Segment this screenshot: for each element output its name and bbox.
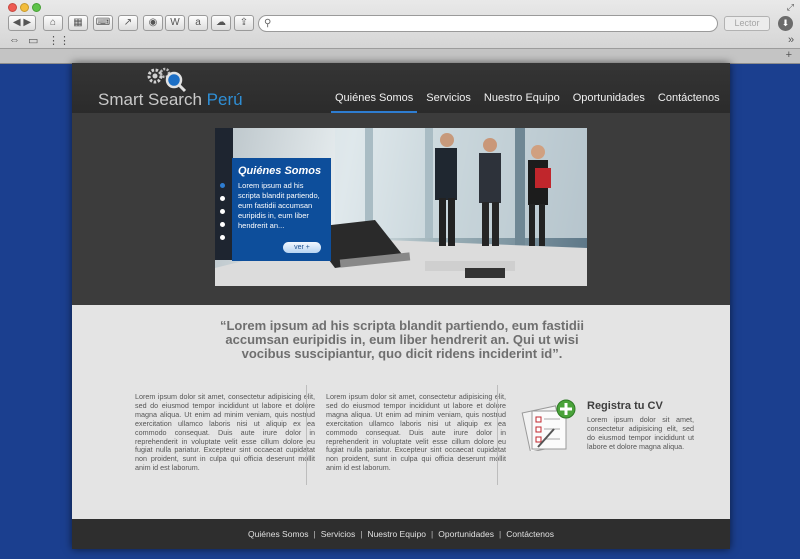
more-bookmarks-icon[interactable]: » [788, 34, 794, 46]
quote-text: “Lorem ipsum ad his scripta blandit part… [219, 318, 585, 361]
search-icon: ⚲ [264, 18, 272, 29]
cloud-icon[interactable]: ☁ [211, 15, 231, 31]
cv-text: Lorem ipsum dolor sit amet, consectetur … [587, 415, 694, 451]
slider-pagination [220, 183, 225, 248]
hero-section: Quiénes Somos Lorem ipsum ad his scripta… [72, 113, 730, 305]
footer-link-nuestro-equipo[interactable]: Nuestro Equipo [367, 529, 426, 539]
slider-text: Lorem ipsum ad his scripta blandit parti… [238, 181, 320, 230]
site-logo[interactable]: Smart Search Perú [98, 90, 243, 110]
nav-item-servicios[interactable]: Servicios [426, 92, 471, 114]
address-bar[interactable]: ⚲ [258, 15, 718, 32]
footer-separator: | [313, 529, 316, 539]
website: Smart Search Perú Quiénes Somos Servicio… [72, 63, 730, 549]
footer-separator: | [360, 529, 363, 539]
slider-title: Quiénes Somos [238, 165, 322, 177]
home-icon[interactable]: ⌂ [43, 15, 63, 31]
cv-title[interactable]: Registra tu CV [587, 400, 663, 412]
slider-dot-2[interactable] [220, 196, 225, 201]
resize-icon[interactable]: ↗ [118, 15, 138, 31]
nav-item-contactenos[interactable]: Contáctenos [658, 92, 720, 114]
book-icon[interactable]: ▭ [28, 34, 38, 47]
text-column-2: Lorem ipsum dolor sit amet, consectetur … [326, 392, 506, 473]
slider-dot-3[interactable] [220, 209, 225, 214]
bookmarks-bar: ⇔ ▭ ⋮⋮ » [0, 34, 800, 48]
slider-dot-5[interactable] [220, 235, 225, 240]
footer-link-servicios[interactable]: Servicios [321, 529, 355, 539]
link-icon[interactable]: ⇔ [9, 34, 20, 46]
text-column-1: Lorem ipsum dolor sit amet, consectetur … [135, 392, 315, 473]
nav-item-quienes-somos[interactable]: Quiénes Somos [330, 92, 418, 114]
top-sites-icon[interactable]: ▦ [68, 15, 88, 31]
browser-chrome: ⤢ ◀ ▶ ⌂ ▦ ⌨ ↗ ◉ W a ☁ ⇪ ⚲ Lector ⬇ ⇔ ▭ ⋮… [0, 0, 800, 64]
footer-separator: | [499, 529, 502, 539]
fullscreen-icon[interactable]: ⤢ [787, 2, 794, 13]
main-nav: Quiénes Somos Servicios Nuestro Equipo O… [330, 92, 733, 114]
site-footer: Quiénes Somos | Servicios | Nuestro Equi… [72, 519, 730, 549]
footer-link-contactenos[interactable]: Contáctenos [506, 529, 554, 539]
slider-caption: Quiénes Somos Lorem ipsum ad his scripta… [232, 158, 331, 261]
slider-dot-4[interactable] [220, 222, 225, 227]
amazon-icon[interactable]: a [188, 15, 208, 31]
site-header: Smart Search Perú Quiénes Somos Servicio… [72, 63, 733, 114]
zoom-window-button[interactable] [32, 3, 41, 12]
tab-bar: + [0, 48, 800, 63]
close-window-button[interactable] [8, 3, 17, 12]
slider-dot-1[interactable] [220, 183, 225, 188]
title-bar: ⤢ [0, 0, 800, 12]
new-tab-button[interactable]: + [786, 49, 792, 61]
cv-document-icon[interactable] [518, 399, 578, 451]
downloads-icon[interactable]: ⬇ [778, 16, 793, 31]
reader-button[interactable]: Lector [724, 16, 770, 31]
footer-link-oportunidades[interactable]: Oportunidades [438, 529, 494, 539]
ver-mas-button[interactable]: ver + [283, 242, 321, 253]
wikipedia-icon[interactable]: W [165, 15, 185, 31]
grid-icon[interactable]: ⋮⋮ [48, 34, 70, 47]
column-divider [497, 385, 498, 485]
back-forward-button[interactable]: ◀ ▶ [8, 15, 36, 31]
keyboard-icon[interactable]: ⌨ [93, 15, 113, 31]
column-divider [306, 385, 307, 485]
globe-icon[interactable]: ◉ [143, 15, 163, 31]
nav-item-nuestro-equipo[interactable]: Nuestro Equipo [484, 92, 560, 114]
footer-link-quienes-somos[interactable]: Quiénes Somos [248, 529, 308, 539]
share-icon[interactable]: ⇪ [234, 15, 254, 31]
hero-slider: Quiénes Somos Lorem ipsum ad his scripta… [215, 128, 587, 286]
logo-name: Smart Search [98, 90, 202, 109]
footer-separator: | [431, 529, 434, 539]
nav-item-oportunidades[interactable]: Oportunidades [573, 92, 645, 114]
minimize-window-button[interactable] [20, 3, 29, 12]
logo-suffix: Perú [206, 90, 243, 109]
content-section: “Lorem ipsum ad his scripta blandit part… [72, 305, 730, 519]
